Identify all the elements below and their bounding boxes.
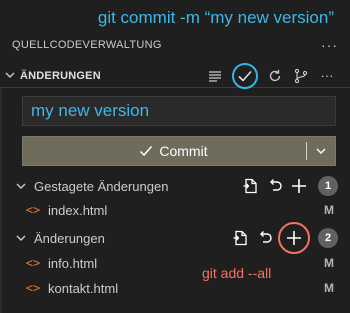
panel-header: QUELLCODEVERWALTUNG ··· — [12, 37, 338, 53]
html-file-icon: <> — [25, 281, 41, 295]
annotation-commit-command: git commit -m “my new version” — [97, 8, 334, 27]
chevron-down-icon[interactable] — [14, 181, 28, 191]
branch-graph-icon[interactable] — [290, 65, 312, 87]
commit-check-icon[interactable] — [232, 62, 258, 89]
file-item[interactable]: <> index.html M — [0, 198, 350, 222]
section-title: ÄNDERUNGEN — [20, 69, 101, 82]
file-name: info.html — [48, 255, 98, 271]
file-name: kontakt.html — [48, 280, 119, 296]
stage-all-plus-icon[interactable] — [278, 222, 310, 254]
discard-changes-icon[interactable] — [254, 227, 276, 249]
check-icon — [140, 146, 153, 157]
chevron-down-icon[interactable] — [0, 69, 20, 83]
group-label: Änderungen — [34, 230, 105, 246]
commit-button-main[interactable]: Commit — [23, 137, 306, 165]
file-status: M — [324, 203, 334, 217]
open-file-icon[interactable] — [230, 227, 252, 249]
file-item[interactable]: <> info.html M — [0, 251, 350, 275]
chevron-down-icon — [316, 148, 326, 154]
refresh-icon[interactable] — [264, 65, 286, 87]
group-actions — [240, 175, 310, 197]
commit-button[interactable]: Commit — [22, 136, 336, 166]
open-file-icon[interactable] — [240, 175, 262, 197]
more-actions-icon[interactable]: ··· — [321, 37, 338, 53]
changes-section-header[interactable]: ÄNDERUNGEN ··· — [0, 62, 350, 89]
count-badge: 1 — [318, 176, 338, 196]
html-file-icon: <> — [25, 203, 41, 217]
file-status: M — [324, 281, 334, 295]
plus-icon[interactable] — [288, 175, 310, 197]
commit-options-dropdown[interactable] — [307, 137, 335, 165]
count-badge: 2 — [318, 228, 338, 248]
section-actions: ··· — [204, 62, 350, 89]
group-actions — [230, 222, 310, 254]
annotation-add-command: git add --all — [202, 265, 272, 281]
view-as-list-icon[interactable] — [204, 65, 226, 87]
more-actions-icon[interactable]: ··· — [316, 65, 338, 87]
chevron-down-icon[interactable] — [14, 233, 28, 243]
changes-group[interactable]: Änderungen 2 — [0, 222, 350, 254]
file-item[interactable]: <> kontakt.html M — [0, 276, 350, 300]
commit-button-label: Commit — [159, 143, 208, 159]
html-file-icon: <> — [25, 256, 41, 270]
staged-changes-group[interactable]: Gestagete Änderungen 1 — [0, 174, 350, 198]
group-label: Gestagete Änderungen — [34, 178, 169, 194]
commit-message-input[interactable] — [22, 96, 336, 126]
panel-title: QUELLCODEVERWALTUNG — [12, 39, 162, 51]
file-status: M — [324, 256, 334, 270]
discard-changes-icon[interactable] — [264, 175, 286, 197]
file-name: index.html — [48, 202, 108, 218]
